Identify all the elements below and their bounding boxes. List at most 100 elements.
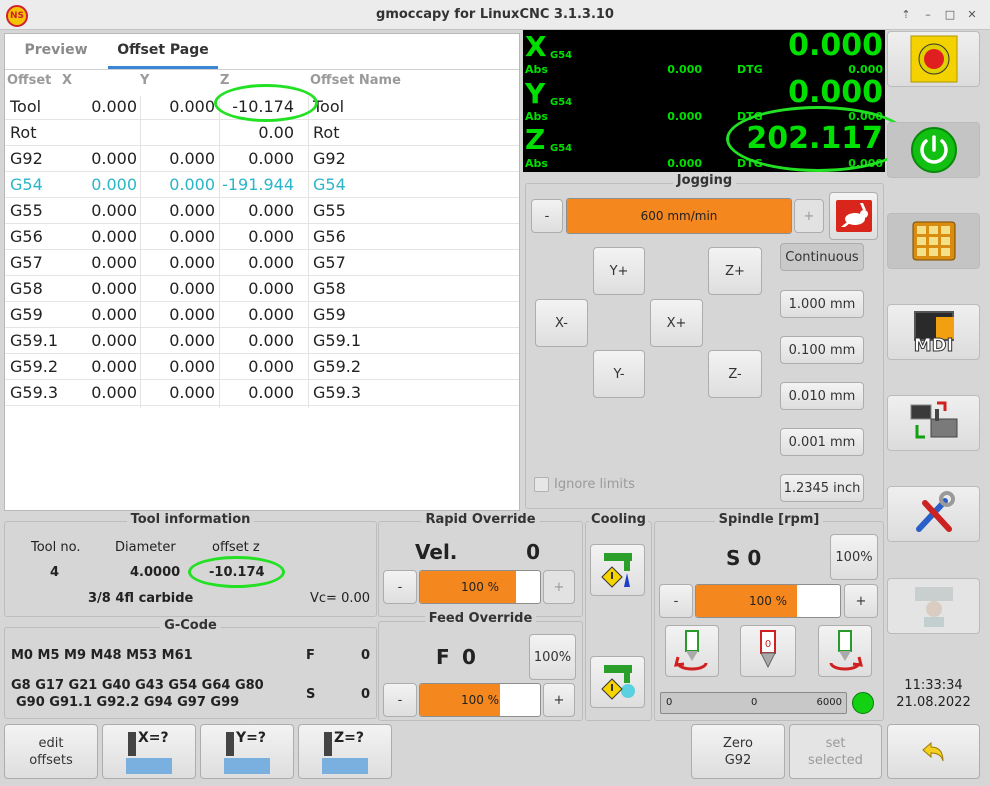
jog-x-minus-button[interactable]: X- xyxy=(535,299,588,347)
offset-label: G59.1 xyxy=(313,328,463,354)
feed-f-label: F xyxy=(436,645,450,669)
jog-z-plus-button[interactable]: Z+ xyxy=(708,247,762,295)
offset-name: G59.2 xyxy=(10,354,70,380)
col-header-z[interactable]: Z xyxy=(220,73,229,88)
spindle-forward-button[interactable] xyxy=(665,625,719,677)
tab-preview[interactable]: Preview xyxy=(10,33,102,69)
increment-inch[interactable]: 1.2345 inch xyxy=(780,474,864,502)
table-row[interactable]: G55 0.000 0.000 0.000 G55 xyxy=(5,198,519,224)
estop-button[interactable] xyxy=(887,31,980,87)
spindle-override-reset-button[interactable]: 100% xyxy=(830,534,878,580)
jog-arrows-icon xyxy=(912,221,956,261)
flood-coolant-icon xyxy=(598,549,638,591)
touch-off-y-button[interactable]: Y=? xyxy=(200,724,294,779)
increment-continuous[interactable]: Continuous xyxy=(780,243,864,271)
feed-override-minus-button[interactable]: - xyxy=(383,683,417,717)
offset-label: G54 xyxy=(313,172,463,198)
flood-coolant-button[interactable] xyxy=(590,544,645,596)
dro-z-abs-label: Abs xyxy=(525,157,548,170)
tab-offset-page[interactable]: Offset Page xyxy=(108,33,218,69)
table-row-active[interactable]: G54 0.000 0.000 -191.944 G54 xyxy=(5,172,519,198)
offset-name: G54 xyxy=(10,172,70,198)
jog-speed-bar[interactable]: 600 mm/min xyxy=(566,198,792,234)
table-row[interactable]: G57 0.000 0.000 0.000 G57 xyxy=(5,250,519,276)
offset-label: Rot xyxy=(313,120,463,146)
col-header-x[interactable]: X xyxy=(62,73,72,88)
col-header-y[interactable]: Y xyxy=(140,73,149,88)
col-header-offset[interactable]: Offset xyxy=(7,73,51,88)
jog-y-plus-button[interactable]: Y+ xyxy=(593,247,645,295)
rapid-override-minus-button[interactable]: - xyxy=(383,570,417,604)
table-row[interactable]: G58 0.000 0.000 0.000 G58 xyxy=(5,276,519,302)
table-row[interactable]: G59.3 0.000 0.000 0.000 G59.3 xyxy=(5,380,519,406)
table-row[interactable]: G59 0.000 0.000 0.000 G59 xyxy=(5,302,519,328)
rapid-override-title-wrap: Rapid Override xyxy=(378,512,583,527)
jog-speed-plus-button[interactable]: + xyxy=(794,199,824,233)
rapid-override-bar[interactable]: 100 % xyxy=(419,570,541,604)
feed-override-title-wrap: Feed Override xyxy=(378,611,583,626)
dro-y-value[interactable]: 0.000 xyxy=(640,75,883,110)
edit-offsets-button[interactable]: edit offsets xyxy=(4,724,98,779)
col-header-offset-name[interactable]: Offset Name xyxy=(310,73,401,88)
increment-001mm[interactable]: 0.010 mm xyxy=(780,382,864,410)
manual-mode-button[interactable] xyxy=(887,213,980,269)
machine-power-button[interactable] xyxy=(887,122,980,178)
offset-y: 0.000 xyxy=(140,276,215,302)
dro-x-value[interactable]: 0.000 xyxy=(640,28,883,63)
ignore-limits-label: Ignore limits xyxy=(554,477,635,492)
ignore-limits-checkbox[interactable] xyxy=(534,477,549,492)
zero-g92-label-1: Zero xyxy=(723,735,753,752)
table-row[interactable]: G92 0.000 0.000 0.000 G92 xyxy=(5,146,519,172)
spindle-reverse-button[interactable] xyxy=(818,625,872,677)
jog-y-minus-button[interactable]: Y- xyxy=(593,350,645,398)
spindle-override-bar[interactable]: 100 % xyxy=(695,584,841,618)
settings-button[interactable] xyxy=(887,486,980,542)
touch-off-z-button[interactable]: Z=? xyxy=(298,724,392,779)
dro-z-axis-label: Z xyxy=(525,123,545,156)
mdi-mode-button[interactable]: MDI xyxy=(887,304,980,360)
rapid-override-plus-button[interactable]: + xyxy=(543,570,575,604)
cooling-title: Cooling xyxy=(589,512,648,527)
feed-override-reset-button[interactable]: 100% xyxy=(529,634,576,680)
increment-0001mm[interactable]: 0.001 mm xyxy=(780,428,864,456)
mist-coolant-button[interactable] xyxy=(590,656,645,708)
offset-z: 0.000 xyxy=(220,146,294,172)
spindle-override-plus-button[interactable]: + xyxy=(844,584,878,618)
table-row[interactable]: Rot 0.00 Rot xyxy=(5,120,519,146)
zero-g92-button[interactable]: Zero G92 xyxy=(691,724,785,779)
spindle-stop-button[interactable]: 0 xyxy=(740,625,796,677)
jog-x-plus-button[interactable]: X+ xyxy=(650,299,703,347)
close-icon[interactable]: ✕ xyxy=(964,8,980,22)
rabbit-icon xyxy=(836,200,872,232)
increment-01mm[interactable]: 0.100 mm xyxy=(780,336,864,364)
table-row[interactable]: G56 0.000 0.000 0.000 G56 xyxy=(5,224,519,250)
user-tabs-button[interactable] xyxy=(887,578,980,634)
set-selected-button[interactable]: set selected xyxy=(789,724,882,779)
feed-override-plus-button[interactable]: + xyxy=(543,683,575,717)
feed-override-bar[interactable]: 100 % xyxy=(419,683,541,717)
window-title: gmoccapy for LinuxCNC 3.1.3.10 xyxy=(0,0,990,30)
minimize-icon[interactable]: – xyxy=(920,8,936,22)
touch-off-x-button[interactable]: X=? xyxy=(102,724,196,779)
dro-x-coord: G54 xyxy=(550,50,572,61)
jog-speed-minus-button[interactable]: - xyxy=(531,199,563,233)
spindle-override-minus-button[interactable]: - xyxy=(659,584,693,618)
spindle-cw-icon xyxy=(672,629,712,673)
spindle-speed-bar: 0 0 6000 xyxy=(660,692,847,714)
table-row[interactable]: G59.1 0.000 0.000 0.000 G59.1 xyxy=(5,328,519,354)
jog-turtle-button[interactable] xyxy=(829,192,878,240)
offset-y: 0.000 xyxy=(140,224,215,250)
jog-z-minus-button[interactable]: Z- xyxy=(708,350,762,398)
table-row[interactable]: G59.2 0.000 0.000 0.000 G59.2 xyxy=(5,354,519,380)
maximize-icon[interactable]: □ xyxy=(942,8,958,22)
increment-1mm[interactable]: 1.000 mm xyxy=(780,290,864,318)
workpiece-icon xyxy=(322,758,368,774)
offset-y: 0.000 xyxy=(140,172,215,198)
offset-name: G92 xyxy=(10,146,70,172)
back-button[interactable] xyxy=(887,724,980,779)
auto-mode-button[interactable] xyxy=(887,395,980,451)
jogging-title-wrap: Jogging xyxy=(525,173,884,188)
tool-description: 3/8 4fl carbide xyxy=(88,591,193,606)
rapid-override-percent: 100 % xyxy=(420,571,540,603)
keep-above-icon[interactable]: ⇡ xyxy=(898,8,914,22)
